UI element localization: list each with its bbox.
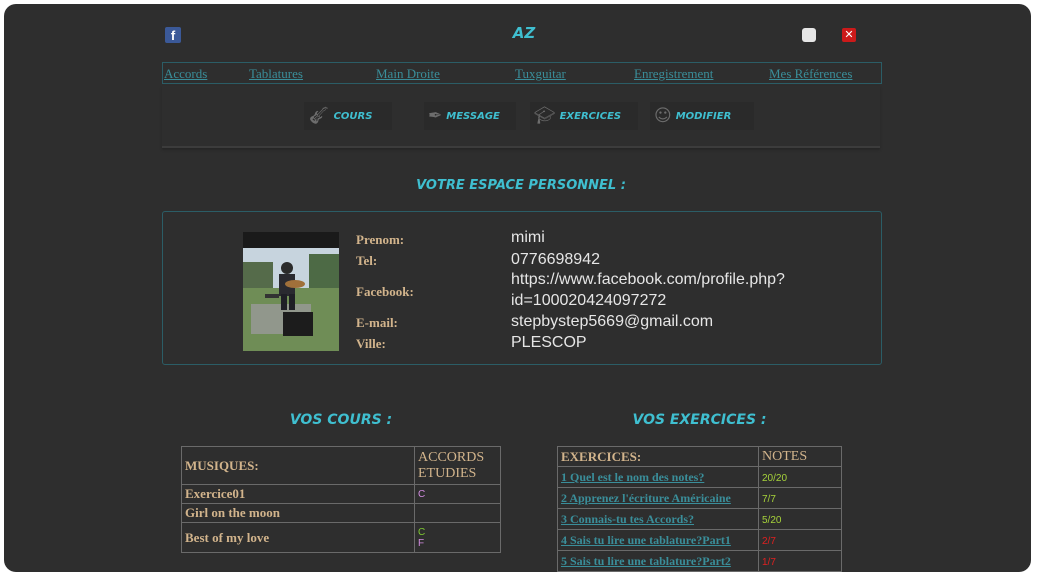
note-value: 5/20 bbox=[762, 515, 782, 526]
user-edit-icon: ☺ bbox=[654, 106, 672, 126]
exercices-label: EXERCICES bbox=[559, 110, 622, 122]
musique-name: Girl on the moon bbox=[181, 503, 415, 523]
app-window: f AZ ✕ Accords Tablatures Main Droite Tu… bbox=[4, 4, 1031, 572]
cours-title: VOS COURS : bbox=[289, 412, 393, 428]
table-row: 5 Sais tu lire une tablature?Part2 1/7 bbox=[557, 550, 842, 572]
note-value: 1/7 bbox=[762, 557, 776, 568]
accords-cell: C bbox=[414, 484, 501, 504]
table-row: Best of my love C F bbox=[181, 522, 501, 553]
ville-label: Ville: bbox=[356, 336, 386, 351]
guitar-icon: 🎸︎ bbox=[308, 106, 330, 126]
graduation-cap-icon: 🎓︎ bbox=[534, 106, 556, 126]
notes-header: NOTES bbox=[758, 446, 842, 467]
close-button[interactable]: ✕ bbox=[842, 28, 856, 42]
nav-tuxguitar[interactable]: Tuxguitar bbox=[515, 66, 566, 82]
accords-cell: C F bbox=[414, 522, 501, 553]
table-row: 1 Quel est le nom des notes? 20/20 bbox=[557, 466, 842, 488]
table-row: Exercice01 C bbox=[181, 484, 501, 504]
profile-title: VOTRE ESPACE PERSONNEL : bbox=[416, 178, 626, 193]
tel-value: 0776698942 bbox=[511, 251, 600, 268]
message-label: MESSAGE bbox=[446, 110, 500, 122]
nav-accords[interactable]: Accords bbox=[164, 66, 207, 82]
accords-cell bbox=[414, 503, 501, 523]
exercices-title: VOS EXERCICES : bbox=[632, 412, 767, 428]
exercice-link[interactable]: 3 Connais-tu tes Accords? bbox=[561, 512, 694, 526]
facebook-value-line2: id=100020424097272 bbox=[511, 292, 667, 309]
exercice-link[interactable]: 4 Sais tu lire une tablature?Part1 bbox=[561, 533, 731, 547]
note-value: 20/20 bbox=[762, 473, 788, 484]
chord-label: C bbox=[418, 488, 426, 500]
nav-main-droite[interactable]: Main Droite bbox=[376, 66, 440, 82]
ville-value: PLESCOP bbox=[511, 334, 587, 351]
exercices-button[interactable]: 🎓︎ EXERCICES bbox=[530, 102, 638, 130]
cours-label: COURS bbox=[333, 110, 373, 122]
accords-header-line1: ACCORDS bbox=[418, 449, 485, 465]
facebook-icon[interactable]: f bbox=[165, 27, 181, 43]
top-nav: Accords Tablatures Main Droite Tuxguitar… bbox=[162, 62, 882, 84]
nav-mes-references[interactable]: Mes Références bbox=[769, 66, 852, 82]
facebook-label: Facebook: bbox=[356, 284, 414, 299]
exercices-header: EXERCICES: bbox=[557, 446, 759, 467]
email-label: E-mail: bbox=[356, 315, 398, 330]
accords-header: ACCORDS ETUDIES bbox=[414, 446, 501, 485]
exercices-table: EXERCICES: NOTES 1 Quel est le nom des n… bbox=[557, 446, 842, 572]
cours-button[interactable]: 🎸︎ COURS bbox=[304, 102, 392, 130]
message-button[interactable]: ✒ MESSAGE bbox=[424, 102, 516, 130]
exercice-link[interactable]: 5 Sais tu lire une tablature?Part2 bbox=[561, 554, 731, 568]
email-value: stepbystep5669@gmail.com bbox=[511, 313, 714, 330]
prenom-label: Prenom: bbox=[356, 232, 405, 247]
exercice-link[interactable]: 2 Apprenez l'écriture Américaine bbox=[561, 491, 731, 505]
tel-label: Tel: bbox=[356, 253, 378, 268]
minimize-button[interactable] bbox=[802, 28, 816, 42]
table-row: 4 Sais tu lire une tablature?Part1 2/7 bbox=[557, 529, 842, 551]
modifier-button[interactable]: ☺ MODIFIER bbox=[650, 102, 754, 130]
table-row: 3 Connais-tu tes Accords? 5/20 bbox=[557, 508, 842, 530]
cours-table: MUSIQUES: ACCORDS ETUDIES Exercice01 C Gi… bbox=[181, 446, 501, 553]
prenom-value: mimi bbox=[511, 229, 545, 246]
nav-enregistrement[interactable]: Enregistrement bbox=[634, 66, 713, 82]
toolbar: 🎸︎ COURS ✒ MESSAGE 🎓︎ EXERCICES ☺ MODIFI… bbox=[162, 86, 880, 148]
modifier-label: MODIFIER bbox=[675, 110, 732, 122]
accords-header-line2: ETUDIES bbox=[418, 465, 477, 481]
profile-photo bbox=[243, 232, 339, 351]
musiques-header: MUSIQUES: bbox=[181, 446, 415, 485]
exercice-link[interactable]: 1 Quel est le nom des notes? bbox=[561, 470, 704, 484]
app-title: AZ bbox=[512, 24, 536, 42]
table-row: 2 Apprenez l'écriture Américaine 7/7 bbox=[557, 487, 842, 509]
note-value: 2/7 bbox=[762, 536, 776, 547]
musique-name: Best of my love bbox=[181, 522, 415, 553]
facebook-value-line1: https://www.facebook.com/profile.php? bbox=[511, 271, 785, 288]
chord-label: C bbox=[418, 526, 426, 538]
musique-name: Exercice01 bbox=[181, 484, 415, 504]
note-value: 7/7 bbox=[762, 494, 776, 505]
nav-tablatures[interactable]: Tablatures bbox=[249, 66, 303, 82]
chord-label: F bbox=[418, 537, 425, 549]
pen-icon: ✒ bbox=[428, 106, 443, 126]
table-row: Girl on the moon bbox=[181, 503, 501, 523]
close-icon: ✕ bbox=[844, 28, 854, 41]
